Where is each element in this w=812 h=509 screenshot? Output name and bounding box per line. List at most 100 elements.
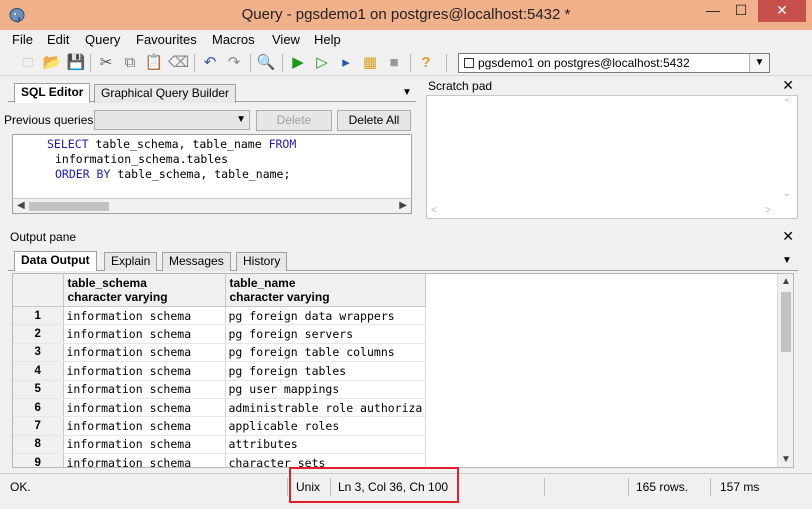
scroll-right-icon[interactable]: >: [765, 205, 771, 216]
cell-table-schema[interactable]: information schema: [63, 324, 226, 344]
cell-table-name[interactable]: attributes: [225, 435, 427, 455]
cell-table-name[interactable]: character sets: [225, 453, 427, 467]
new-file-icon[interactable]: □: [18, 53, 38, 73]
scroll-left-icon[interactable]: <: [431, 205, 437, 216]
scroll-down-icon[interactable]: ⌄: [783, 188, 791, 199]
row-number: 1: [13, 306, 64, 326]
menu-favourites[interactable]: Favourites: [136, 32, 197, 47]
cell-table-name[interactable]: pg foreign table columns: [225, 343, 427, 363]
execute-pgscript-icon[interactable]: ▷: [312, 53, 332, 73]
close-icon[interactable]: ✕: [782, 77, 794, 94]
menu-query[interactable]: Query: [85, 32, 120, 47]
menu-macros[interactable]: Macros: [212, 32, 255, 47]
table-row[interactable]: 3 information schema pg foreign table col…: [13, 343, 427, 363]
cell-table-schema[interactable]: information schema: [63, 416, 226, 436]
cell-table-schema[interactable]: information schema: [63, 343, 226, 363]
scrollbar-thumb[interactable]: [781, 292, 791, 352]
table-row[interactable]: 9 information schema character sets: [13, 453, 427, 467]
chevron-down-icon[interactable]: ▼: [236, 114, 246, 125]
table-row[interactable]: 1 information schema pg foreign data wrap…: [13, 306, 427, 326]
editor-tabstrip: SQL Editor Graphical Query Builder ▼: [8, 82, 416, 103]
tab-messages[interactable]: Messages: [162, 252, 231, 271]
column-type: character varying: [229, 290, 330, 304]
table-row[interactable]: 7 information schema applicable roles: [13, 416, 427, 436]
paste-icon[interactable]: 📋: [144, 53, 164, 73]
cell-table-schema[interactable]: information schema: [63, 398, 226, 418]
cell-table-name[interactable]: administrable role authoriza: [225, 398, 427, 418]
scroll-down-icon[interactable]: ▼: [781, 454, 791, 465]
cell-table-schema[interactable]: information schema: [63, 380, 226, 399]
cut-icon[interactable]: ✂: [96, 53, 116, 73]
menu-help[interactable]: Help: [314, 32, 341, 47]
cell-table-name[interactable]: applicable roles: [225, 416, 427, 436]
data-output-grid[interactable]: table_schema character varying table_name…: [12, 273, 794, 468]
connection-checkbox[interactable]: [464, 58, 474, 68]
table-row[interactable]: 8 information schema attributes: [13, 435, 427, 455]
close-window-button[interactable]: ✕: [758, 0, 806, 22]
table-row[interactable]: 6 information schema administrable role au…: [13, 398, 427, 418]
help-icon[interactable]: ?: [416, 53, 436, 73]
tab-explain[interactable]: Explain: [104, 252, 158, 271]
table-row[interactable]: 5 information schema pg user mappings: [13, 380, 427, 399]
scroll-right-icon[interactable]: ▶: [399, 200, 407, 211]
connection-select[interactable]: pgsdemo1 on postgres@localhost:5432 ▼: [458, 53, 770, 73]
tab-data-output[interactable]: Data Output: [14, 251, 97, 271]
delete-button[interactable]: Delete: [256, 110, 332, 131]
tab-menu-icon[interactable]: ▼: [782, 255, 792, 266]
cancel-query-icon[interactable]: ■: [384, 53, 404, 73]
menu-edit[interactable]: Edit: [47, 32, 69, 47]
explain-query-icon[interactable]: ▦: [360, 53, 380, 73]
execute-query-icon[interactable]: ▶: [288, 53, 308, 73]
status-separator: [287, 478, 288, 496]
minimize-button[interactable]: —: [700, 0, 726, 22]
copy-icon[interactable]: ⧉: [120, 53, 140, 73]
cell-table-schema[interactable]: information schema: [63, 361, 226, 381]
scroll-up-icon[interactable]: ▲: [781, 276, 791, 287]
cell-table-schema[interactable]: information schema: [63, 306, 226, 326]
cell-table-name[interactable]: pg foreign servers: [225, 324, 427, 344]
execute-to-file-icon[interactable]: ▸: [336, 53, 356, 73]
keyword-order-by: ORDER BY: [55, 167, 111, 181]
horizontal-scrollbar[interactable]: ◀ ▶: [13, 198, 411, 213]
row-number-header: [13, 274, 64, 307]
vertical-scrollbar[interactable]: ▲ ▼: [777, 274, 793, 467]
scroll-left-icon[interactable]: ◀: [17, 200, 25, 211]
cell-table-name[interactable]: pg foreign data wrappers: [225, 306, 427, 326]
tab-sql-editor[interactable]: SQL Editor: [14, 83, 91, 103]
table-row[interactable]: 4 information schema pg foreign tables: [13, 361, 427, 381]
save-icon[interactable]: 💾: [66, 53, 86, 73]
previous-queries-select[interactable]: ▼: [94, 110, 250, 130]
cell-table-name[interactable]: pg user mappings: [225, 380, 427, 399]
column-header-table-schema[interactable]: table_schema character varying: [63, 274, 226, 307]
open-folder-icon[interactable]: 📂: [42, 53, 62, 73]
redo-icon[interactable]: ↷: [224, 53, 244, 73]
cell-table-schema[interactable]: information schema: [63, 435, 226, 455]
scratch-pad-header: Scratch pad ✕: [424, 77, 798, 95]
find-icon[interactable]: 🔍: [256, 53, 276, 73]
tab-history[interactable]: History: [236, 252, 288, 271]
tab-graphical-query-builder[interactable]: Graphical Query Builder: [94, 84, 237, 103]
scroll-up-icon[interactable]: ⌃: [783, 98, 791, 109]
table-row[interactable]: 2 information schema pg foreign servers: [13, 324, 427, 344]
row-number: 8: [13, 435, 64, 455]
scrollbar-thumb[interactable]: [29, 202, 109, 211]
menu-file[interactable]: File: [12, 32, 33, 47]
eraser-icon[interactable]: ⌫: [168, 53, 189, 73]
chevron-down-icon[interactable]: ▼: [749, 54, 769, 72]
close-icon[interactable]: ✕: [782, 228, 794, 245]
cell-table-name[interactable]: pg foreign tables: [225, 361, 427, 381]
maximize-button[interactable]: ☐: [728, 0, 754, 22]
delete-all-button[interactable]: Delete All: [337, 110, 411, 131]
scratch-pad-textarea[interactable]: ⌃ ⌄ < >: [426, 95, 798, 219]
scratch-pad-title: Scratch pad: [428, 79, 493, 93]
status-query-time: 157 ms: [720, 480, 760, 494]
row-number: 5: [13, 380, 64, 399]
status-separator: [628, 478, 629, 496]
undo-icon[interactable]: ↶: [200, 53, 220, 73]
sql-editor[interactable]: SELECT table_schema, table_name FROM inf…: [12, 134, 412, 214]
column-header-table-name[interactable]: table_name character varying: [225, 274, 427, 307]
menu-view[interactable]: View: [272, 32, 300, 47]
cell-table-schema[interactable]: information schema: [63, 453, 226, 467]
tab-menu-icon[interactable]: ▼: [402, 87, 412, 98]
highlight-annotation-box: [289, 467, 459, 503]
